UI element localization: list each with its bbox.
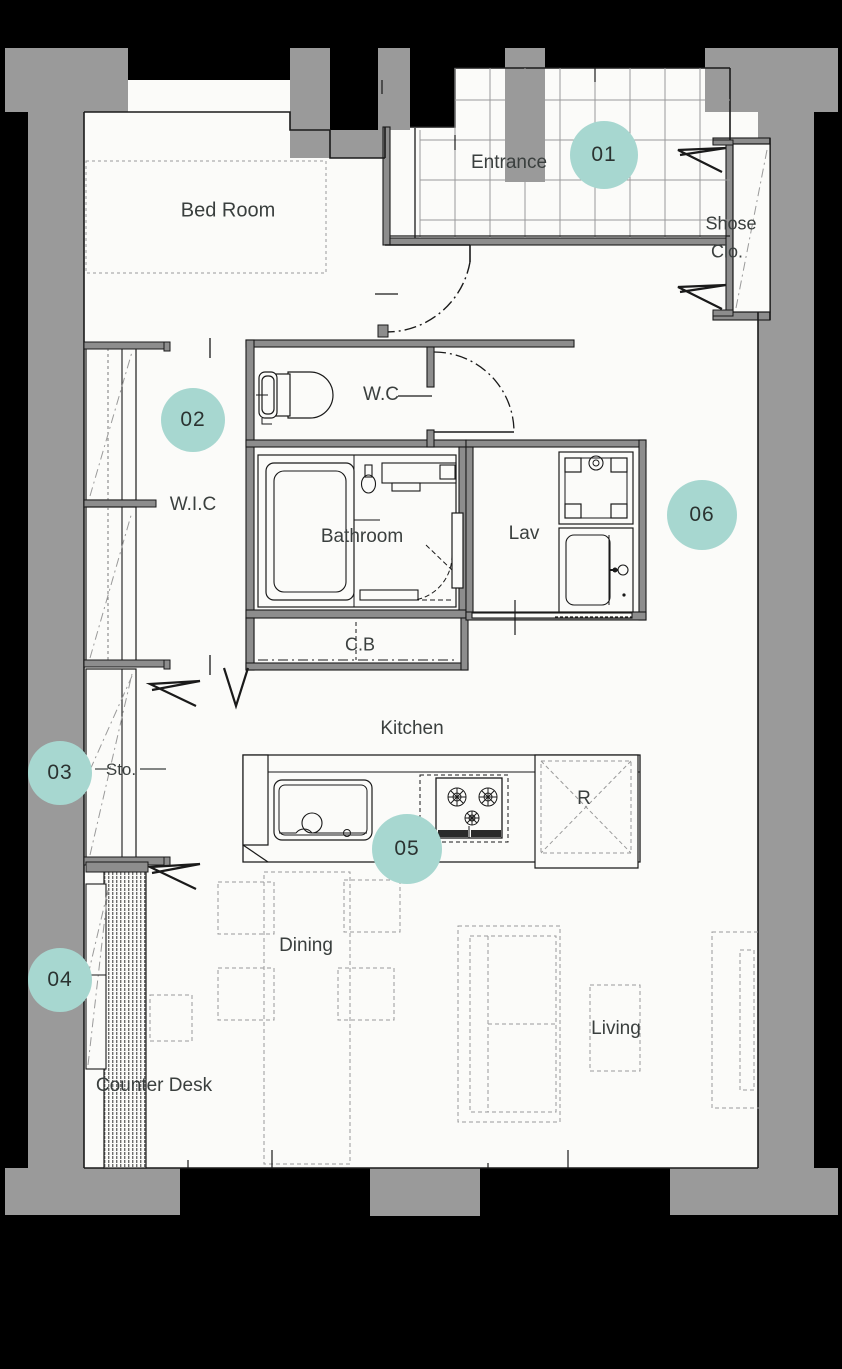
room-label-living: Living [591,1018,641,1039]
room-label-kitchen: Kitchen [380,718,444,739]
marker-badge-04[interactable]: 04 [28,948,92,1012]
marker-badge-03[interactable]: 03 [28,741,92,805]
floor-plan-drawing [0,0,842,1369]
washing-machine-fixture [558,451,634,525]
room-label-cb: C.B [344,634,376,655]
refrigerator-space [534,754,639,869]
room-label-sto: Sto. [105,760,137,779]
marker-badge-06[interactable]: 06 [667,480,737,550]
room-label-wic: W.I.C [169,494,217,515]
kitchen-sink-fixture [273,779,373,841]
room-label-lav: Lav [508,523,540,544]
room-label-shose-clo-line2: Clo. [710,241,744,262]
room-label-bed-room: Bed Room [180,199,276,222]
marker-badge-02[interactable]: 02 [161,388,225,452]
marker-badge-05[interactable]: 05 [372,814,442,884]
room-label-wc: W.C [363,384,399,405]
lavatory-sink-fixture [558,527,634,613]
room-label-counter-desk: Counter Desk [95,1075,213,1096]
room-label-bathroom: Bathroom [320,526,404,547]
room-label-shose-clo-line1: Shose [705,213,757,234]
marker-badge-01[interactable]: 01 [570,121,638,189]
floor-plan-root: Bed Room Entrance Shose Clo. W.I.C W.C B… [0,0,842,1369]
room-label-dining: Dining [279,935,333,956]
room-label-entrance: Entrance [470,152,548,173]
room-label-refrigerator: R [577,788,591,809]
